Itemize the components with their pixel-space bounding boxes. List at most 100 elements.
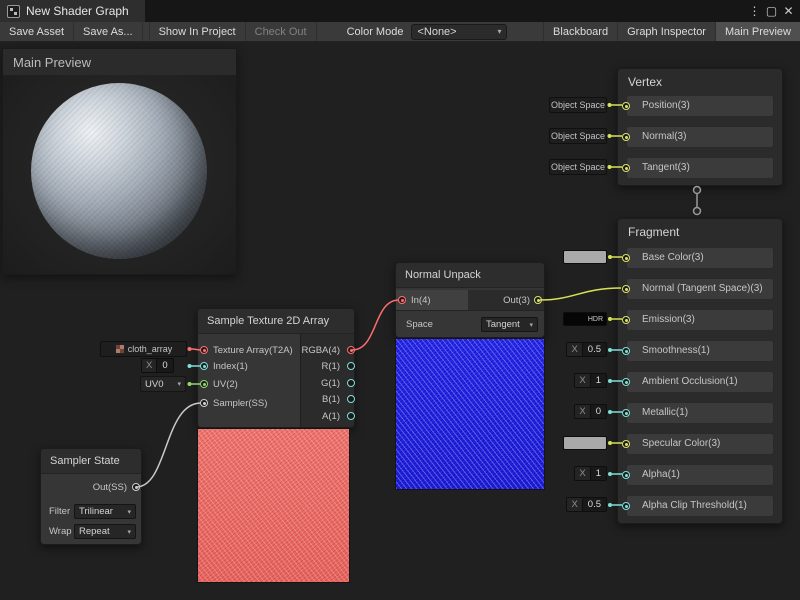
port-index-input[interactable] <box>200 362 208 370</box>
port-position-input[interactable] <box>622 102 630 110</box>
filter-dropdown[interactable]: Trilinear ▾ <box>74 504 136 519</box>
block-emission[interactable]: Emission(3) <box>626 309 774 331</box>
smoothness-value[interactable]: 0.5 <box>583 343 606 356</box>
port-normal-ts-input[interactable] <box>622 285 630 293</box>
alpha-clip-field[interactable]: X 0.5 <box>566 497 607 512</box>
window-menu-icon[interactable]: ⋮ <box>746 2 763 20</box>
block-smoothness[interactable]: Smoothness(1) <box>626 340 774 362</box>
close-icon[interactable]: ✕ <box>780 2 797 20</box>
main-preview-toggle-button[interactable]: Main Preview <box>715 22 800 41</box>
check-out-button: Check Out <box>246 22 317 41</box>
port-in4-input[interactable] <box>398 296 406 304</box>
alpha-clip-value[interactable]: 0.5 <box>583 498 606 511</box>
block-position-label: Position(3) <box>642 100 690 111</box>
port-a-output[interactable] <box>347 412 355 420</box>
save-asset-button[interactable]: Save Asset <box>0 22 74 41</box>
save-as-button[interactable]: Save As... <box>74 22 143 41</box>
main-preview-panel[interactable]: Main Preview <box>2 48 237 275</box>
index-value[interactable]: 0 <box>157 359 172 372</box>
position-space-label: Object Space <box>551 100 605 110</box>
texture-thumbnail-icon <box>115 344 125 354</box>
blackboard-toggle-button[interactable]: Blackboard <box>543 22 617 41</box>
tangent-space-badge[interactable]: Object Space <box>549 159 607 175</box>
port-ambient-occlusion-input[interactable] <box>622 378 630 386</box>
graph-inspector-toggle-button[interactable]: Graph Inspector <box>617 22 715 41</box>
port-normal-input[interactable] <box>622 133 630 141</box>
port-g-output[interactable] <box>347 379 355 387</box>
sample-texture-2d-array-node[interactable]: Sample Texture 2D Array Texture Array(T2… <box>197 308 355 428</box>
port-texture-array-input[interactable] <box>200 346 208 354</box>
main-preview-viewport <box>3 75 236 274</box>
block-alpha-clip[interactable]: Alpha Clip Threshold(1) <box>626 495 774 517</box>
vertex-node[interactable]: Vertex Position(3) Normal(3) Tangent(3) <box>617 68 783 186</box>
sample-node-title: Sample Texture 2D Array <box>198 309 354 334</box>
position-space-badge[interactable]: Object Space <box>549 97 607 113</box>
chevron-down-icon: ▾ <box>127 508 131 516</box>
cloth-array-texture-badge[interactable]: cloth_array <box>100 341 187 357</box>
port-tangent-input[interactable] <box>622 164 630 172</box>
toolbar-separator <box>143 22 150 41</box>
sampler-state-node[interactable]: Sampler State Out(SS) Filter Trilinear ▾… <box>40 448 142 545</box>
normal-unpack-node[interactable]: Normal Unpack In(4) Out(3) Space Tangent… <box>395 262 545 338</box>
alpha-value[interactable]: 1 <box>591 467 606 480</box>
emission-color-swatch[interactable]: HDR <box>563 312 607 326</box>
smoothness-axis-label: X <box>567 343 582 356</box>
main-preview-panel-title[interactable]: Main Preview <box>3 49 236 76</box>
block-alpha[interactable]: Alpha(1) <box>626 464 774 486</box>
window-controls: ⋮ ▢ ✕ <box>746 0 800 22</box>
space-dropdown[interactable]: Tangent ▾ <box>481 317 538 332</box>
g-output-label: G(1) <box>321 379 340 389</box>
normal-space-badge[interactable]: Object Space <box>549 128 607 144</box>
block-metallic[interactable]: Metallic(1) <box>626 402 774 424</box>
fragment-node[interactable]: Fragment Base Color(3) Normal (Tangent S… <box>617 218 783 524</box>
index-field[interactable]: X 0 <box>141 358 174 373</box>
ao-value[interactable]: 1 <box>591 374 606 387</box>
port-rgba-output[interactable] <box>347 346 355 354</box>
normal-unpack-title: Normal Unpack <box>396 263 544 288</box>
sampler-input-label: Sampler(SS) <box>213 399 267 409</box>
maximize-icon[interactable]: ▢ <box>763 2 780 20</box>
block-normal-ts[interactable]: Normal (Tangent Space)(3) <box>626 278 774 300</box>
metallic-field[interactable]: X 0 <box>574 404 607 419</box>
port-emission-input[interactable] <box>622 316 630 324</box>
sampler-state-title: Sampler State <box>41 449 141 474</box>
port-smoothness-input[interactable] <box>622 347 630 355</box>
document-title: New Shader Graph <box>26 4 129 18</box>
block-position[interactable]: Position(3) <box>626 95 774 117</box>
block-specular-color[interactable]: Specular Color(3) <box>626 433 774 455</box>
port-base-color-input[interactable] <box>622 254 630 262</box>
port-alpha-input[interactable] <box>622 471 630 479</box>
port-specular-color-input[interactable] <box>622 440 630 448</box>
metallic-value[interactable]: 0 <box>591 405 606 418</box>
block-emission-label: Emission(3) <box>642 314 695 325</box>
ambient-occlusion-field[interactable]: X 1 <box>574 373 607 388</box>
port-r-output[interactable] <box>347 362 355 370</box>
specular-color-swatch[interactable] <box>563 436 607 450</box>
base-color-swatch[interactable] <box>563 250 607 264</box>
port-metallic-input[interactable] <box>622 409 630 417</box>
port-out-ss-output[interactable] <box>132 483 140 491</box>
shader-graph-icon <box>7 5 20 18</box>
port-alpha-clip-input[interactable] <box>622 502 630 510</box>
out-ss-label: Out(SS) <box>93 483 127 493</box>
uv-channel-dropdown[interactable]: UV0 ▾ <box>140 376 186 392</box>
wrap-dropdown[interactable]: Repeat ▾ <box>74 524 136 539</box>
block-normal[interactable]: Normal(3) <box>626 126 774 148</box>
block-ambient-occlusion[interactable]: Ambient Occlusion(1) <box>626 371 774 393</box>
document-tab[interactable]: New Shader Graph <box>0 0 145 22</box>
cloth-array-label: cloth_array <box>128 344 173 354</box>
port-b-output[interactable] <box>347 395 355 403</box>
port-sampler-input[interactable] <box>200 399 208 407</box>
metallic-axis-label: X <box>575 405 590 418</box>
block-tangent[interactable]: Tangent(3) <box>626 157 774 179</box>
port-uv-input[interactable] <box>200 380 208 388</box>
alpha-field[interactable]: X 1 <box>574 466 607 481</box>
block-base-color[interactable]: Base Color(3) <box>626 247 774 269</box>
color-mode-dropdown[interactable]: <None> ▾ <box>411 24 507 40</box>
smoothness-field[interactable]: X 0.5 <box>566 342 607 357</box>
block-specular-color-label: Specular Color(3) <box>642 438 720 449</box>
show-in-project-button[interactable]: Show In Project <box>150 22 246 41</box>
color-mode-value: <None> <box>417 26 456 38</box>
port-out3-output[interactable] <box>534 296 542 304</box>
uv-input-label: UV(2) <box>213 380 238 390</box>
